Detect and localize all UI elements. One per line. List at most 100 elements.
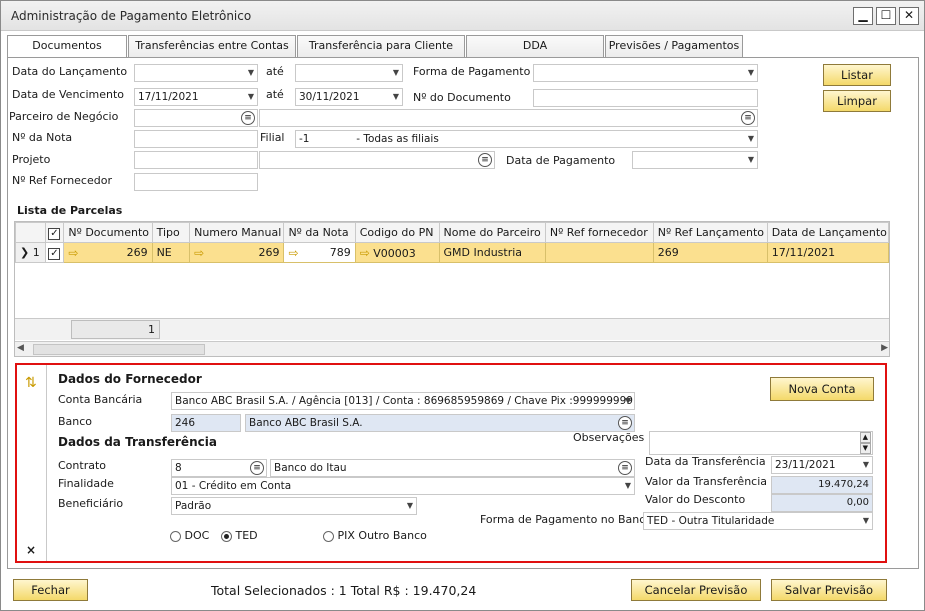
close-button[interactable]: ✕ <box>899 7 919 25</box>
radio-doc[interactable]: DOC <box>170 529 209 542</box>
data-vencimento-from-field[interactable]: 17/11/2021 ▼ <box>134 88 258 106</box>
tab-dda[interactable]: DDA <box>466 35 604 57</box>
data-transferencia-field[interactable]: 23/11/2021 ▼ <box>771 456 873 474</box>
beneficiario-value: Padrão <box>175 500 212 512</box>
col-documento[interactable]: Nº Documento <box>63 222 153 243</box>
nova-conta-button[interactable]: Nova Conta <box>770 377 874 401</box>
fornecedor-title: Dados do Fornecedor <box>58 372 202 386</box>
forma-pagamento-select[interactable]: ▼ <box>533 64 758 82</box>
data-lancamento-from-field[interactable]: ▼ <box>134 64 258 82</box>
table-row[interactable]: ❯ 1 ✓ ⇨ 269 NE ⇨ 269 ⇨ 789 ⇨ V00003 GMD Ind… <box>15 242 889 263</box>
banco-code-value: 246 <box>175 417 196 429</box>
ate-label-2: até <box>266 88 284 101</box>
beneficiario-select[interactable]: Padrão ▼ <box>171 497 417 515</box>
fechar-button[interactable]: Fechar <box>13 579 88 601</box>
cell-nota-value: 789 <box>329 245 351 259</box>
data-pagamento-field[interactable]: ▼ <box>632 151 758 169</box>
col-ref-fornecedor[interactable]: Nº Ref fornecedor <box>544 222 654 243</box>
scroll-down-icon[interactable]: ▼ <box>859 443 871 454</box>
radio-pix[interactable]: PIX Outro Banco <box>323 529 427 542</box>
valor-desconto-field: 0,00 <box>771 494 873 512</box>
chevron-down-icon: ▼ <box>247 92 254 101</box>
lista-parcelas-title: Lista de Parcelas <box>17 204 123 217</box>
close-detail-icon[interactable]: × <box>26 543 36 557</box>
radio-doc-button[interactable] <box>170 530 181 542</box>
radio-ted[interactable]: TED <box>221 529 258 542</box>
cell-ref-fornecedor <box>544 242 654 263</box>
cancelar-previsao-button[interactable]: Cancelar Previsão <box>631 579 761 601</box>
list-icon[interactable]: ≡ <box>241 111 255 125</box>
col-nota[interactable]: Nº da Nota <box>283 222 356 243</box>
select-all-header[interactable]: ✓ <box>44 222 65 243</box>
contrato-code-field[interactable]: 8 ≡ <box>171 459 267 477</box>
tab-previsoes-pagamentos[interactable]: Previsões / Pagamentos <box>605 35 743 57</box>
contrato-name-field[interactable]: Banco do Itau ≡ <box>270 459 635 477</box>
parceiro-name-input[interactable]: ≡ <box>259 109 758 127</box>
scroll-thumb[interactable] <box>33 344 205 355</box>
cell-documento: ⇨ 269 <box>63 242 153 263</box>
link-arrow-icon[interactable]: ⇨ <box>288 246 298 260</box>
filial-select[interactable]: -1 - Todas as filiais ▼ <box>295 130 758 148</box>
radio-ted-button[interactable] <box>221 530 232 542</box>
data-vencimento-to-field[interactable]: 30/11/2021 ▼ <box>295 88 403 106</box>
col-tipo[interactable]: Tipo <box>151 222 191 243</box>
maximize-button[interactable]: ☐ <box>876 7 896 25</box>
ref-fornecedor-input[interactable] <box>134 173 258 191</box>
num-nota-input[interactable] <box>134 130 258 148</box>
banco-name-field: Banco ABC Brasil S.A. ≡ <box>245 414 635 432</box>
parcelas-table: ✓ Nº Documento Tipo Numero Manual Nº da … <box>15 222 889 263</box>
parceiro-label: Parceiro de Negócio <box>9 110 119 123</box>
salvar-previsao-button[interactable]: Salvar Previsão <box>771 579 887 601</box>
select-all-checkbox[interactable]: ✓ <box>48 227 61 240</box>
forma-pagamento-banco-select[interactable]: TED - Outra Titularidade ▼ <box>643 512 873 530</box>
scroll-up-icon[interactable]: ▲ <box>859 432 871 443</box>
data-transferencia-label: Data da Transferência <box>645 455 766 468</box>
list-icon[interactable]: ≡ <box>618 461 632 475</box>
col-ref-lancamento[interactable]: Nº Ref Lançamento <box>652 222 768 243</box>
detail-panel: ⇅ × Dados do Fornecedor Nova Conta Conta… <box>15 363 887 563</box>
limpar-button[interactable]: Limpar <box>823 90 891 112</box>
list-icon[interactable]: ≡ <box>741 111 755 125</box>
link-arrow-icon[interactable]: ⇨ <box>68 246 78 260</box>
data-lancamento-to-field[interactable]: ▼ <box>295 64 403 82</box>
tab-documentos[interactable]: Documentos <box>7 35 127 58</box>
col-numero-manual[interactable]: Numero Manual <box>189 222 285 243</box>
observacoes-textarea[interactable]: ▲ ▼ <box>649 431 873 455</box>
scroll-right-icon[interactable]: ▶ <box>881 343 888 353</box>
cell-data-lancamento: 17/11/2021 <box>766 242 889 263</box>
tab-transferencia-para-cliente[interactable]: Transferência para Cliente <box>297 35 465 57</box>
radio-pix-label: PIX Outro Banco <box>337 529 427 542</box>
list-icon[interactable]: ≡ <box>250 461 264 475</box>
num-nota-label: Nº da Nota <box>12 131 73 144</box>
col-codigo-pn[interactable]: Codigo do PN <box>354 222 440 243</box>
finalidade-select[interactable]: 01 - Crédito em Conta ▼ <box>171 477 635 495</box>
list-icon[interactable]: ≡ <box>478 153 492 167</box>
num-documento-input[interactable] <box>533 89 758 107</box>
col-data-lancamento[interactable]: Data de Lançamento <box>766 222 889 243</box>
tab-transferencias-entre-contas[interactable]: Transferências entre Contas <box>128 35 296 57</box>
row-index-value: 1 <box>32 246 40 259</box>
link-arrow-icon[interactable]: ⇨ <box>360 246 370 260</box>
link-arrow-icon[interactable]: ⇨ <box>194 246 204 260</box>
list-icon[interactable]: ≡ <box>618 416 632 430</box>
row-checkbox[interactable]: ✓ <box>48 247 61 260</box>
conta-bancaria-select[interactable]: Banco ABC Brasil S.A. / Agência [013] / … <box>171 392 635 410</box>
col-nome-parceiro[interactable]: Nome do Parceiro <box>438 222 546 243</box>
contrato-name-value: Banco do Itau <box>274 462 347 474</box>
total-selecionados: Total Selecionados : 1 Total R$ : 19.470… <box>211 583 477 598</box>
listar-button[interactable]: Listar <box>823 64 891 86</box>
minimize-button[interactable]: ▁ <box>853 7 873 25</box>
row-select-cell[interactable]: ✓ <box>44 242 65 263</box>
data-transferencia-value: 23/11/2021 <box>775 459 836 471</box>
scroll-left-icon[interactable]: ◀ <box>17 343 24 353</box>
radio-pix-button[interactable] <box>323 530 334 542</box>
valor-transferencia-label: Valor da Transferência <box>645 475 768 488</box>
chevron-down-icon: ▼ <box>624 396 631 405</box>
horizontal-scrollbar[interactable]: ◀ ▶ <box>15 341 889 356</box>
swap-arrows-icon[interactable]: ⇅ <box>25 375 37 391</box>
chevron-down-icon: ▼ <box>247 68 254 77</box>
parceiro-code-input[interactable]: ≡ <box>134 109 258 127</box>
projeto-name-input[interactable]: ≡ <box>259 151 495 169</box>
num-documento-label: Nº do Documento <box>413 91 511 104</box>
projeto-code-input[interactable] <box>134 151 258 169</box>
